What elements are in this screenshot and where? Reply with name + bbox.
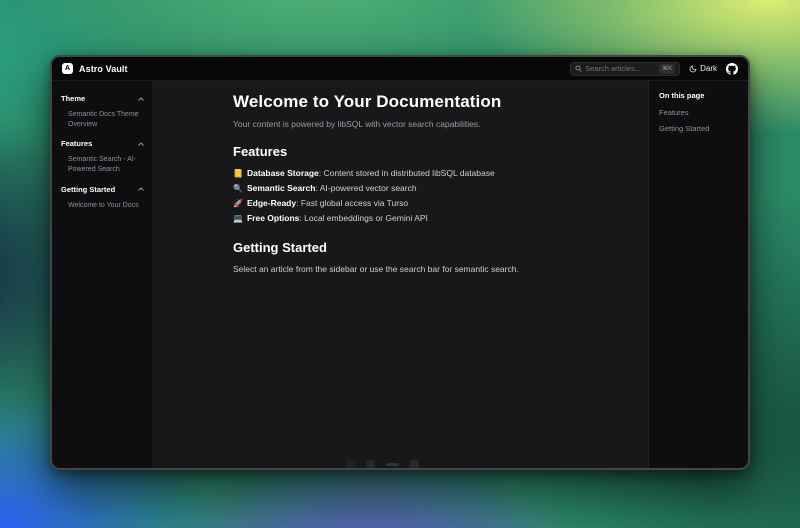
search-icon — [575, 65, 582, 72]
feature-item-edge-ready: 🚀 Edge-Ready: Fast global access via Tur… — [233, 198, 610, 208]
feature-item-semantic-search: 🔍 Semantic Search: AI-powered vector sea… — [233, 183, 610, 193]
toc-title: On this page — [659, 91, 740, 100]
github-icon — [726, 63, 738, 75]
toc-link-features[interactable]: Features — [659, 108, 740, 117]
search-box[interactable]: ⌘K — [570, 62, 680, 76]
features-list: 📒 Database Storage: Content stored in di… — [233, 168, 610, 223]
dock-icon[interactable] — [410, 460, 419, 468]
sidebar-item-semantic-search[interactable]: Semantic Search - AI-Powered Search — [68, 155, 144, 175]
sidebar-section-features: Features Semantic Search - AI-Powered Se… — [61, 139, 144, 175]
magnifier-emoji-icon: 🔍 — [233, 184, 243, 193]
sidebar-section-header-features[interactable]: Features — [61, 139, 144, 148]
chevron-up-icon — [138, 97, 144, 101]
features-heading: Features — [233, 144, 610, 159]
dock-icon[interactable] — [366, 460, 375, 468]
laptop-emoji-icon: 💻 — [233, 214, 243, 223]
dock-icon[interactable] — [346, 460, 355, 468]
toc-link-getting-started[interactable]: Getting Started — [659, 124, 740, 133]
sidebar-section-getting-started: Getting Started Welcome to Your Docs — [61, 185, 144, 211]
sidebar-section-header-getting-started[interactable]: Getting Started — [61, 185, 144, 194]
sidebar-section-title: Theme — [61, 94, 85, 103]
header-actions: ⌘K Dark — [570, 62, 738, 76]
ledger-emoji-icon: 📒 — [233, 169, 243, 178]
main-content: Welcome to Your Documentation Your conte… — [152, 81, 648, 468]
page-title: Welcome to Your Documentation — [233, 92, 610, 112]
feature-text: Database Storage: Content stored in dist… — [247, 168, 495, 178]
feature-text: Free Options: Local embeddings or Gemini… — [247, 213, 428, 223]
sidebar-section-header-theme[interactable]: Theme — [61, 94, 144, 103]
theme-toggle-button[interactable]: Dark — [689, 64, 717, 73]
github-link[interactable] — [726, 63, 738, 75]
sidebar-section-title: Features — [61, 139, 92, 148]
left-sidebar: Theme Semantic Docs Theme Overview Featu… — [52, 81, 152, 468]
feature-item-database-storage: 📒 Database Storage: Content stored in di… — [233, 168, 610, 178]
rocket-emoji-icon: 🚀 — [233, 199, 243, 208]
page-intro: Your content is powered by libSQL with v… — [233, 119, 610, 129]
sidebar-section-title: Getting Started — [61, 185, 115, 194]
search-shortcut-badge: ⌘K — [659, 64, 675, 74]
sidebar-section-theme: Theme Semantic Docs Theme Overview — [61, 94, 144, 130]
dock-divider — [386, 463, 399, 466]
getting-started-heading: Getting Started — [233, 240, 610, 255]
dock-icons-peek — [346, 460, 419, 468]
sidebar-item-semantic-docs-theme-overview[interactable]: Semantic Docs Theme Overview — [68, 110, 144, 130]
getting-started-text: Select an article from the sidebar or us… — [233, 264, 610, 274]
search-input[interactable] — [585, 64, 656, 73]
chevron-up-icon — [138, 142, 144, 146]
window-body: Theme Semantic Docs Theme Overview Featu… — [52, 81, 748, 468]
feature-text: Semantic Search: AI-powered vector searc… — [247, 183, 417, 193]
moon-icon — [689, 65, 697, 73]
app-logo[interactable]: A — [62, 63, 73, 74]
theme-toggle-label: Dark — [700, 64, 717, 73]
feature-item-free-options: 💻 Free Options: Local embeddings or Gemi… — [233, 213, 610, 223]
desktop-wallpaper: { "header": { "logo_letter": "A", "brand… — [0, 0, 800, 528]
brand-title[interactable]: Astro Vault — [79, 64, 128, 74]
app-header: A Astro Vault ⌘K Dark — [52, 57, 748, 81]
on-this-page-panel: On this page Features Getting Started — [648, 81, 748, 468]
feature-text: Edge-Ready: Fast global access via Turso — [247, 198, 408, 208]
sidebar-item-welcome-to-your-docs[interactable]: Welcome to Your Docs — [68, 201, 144, 211]
chevron-up-icon — [138, 187, 144, 191]
app-window: A Astro Vault ⌘K Dark — [50, 55, 750, 470]
